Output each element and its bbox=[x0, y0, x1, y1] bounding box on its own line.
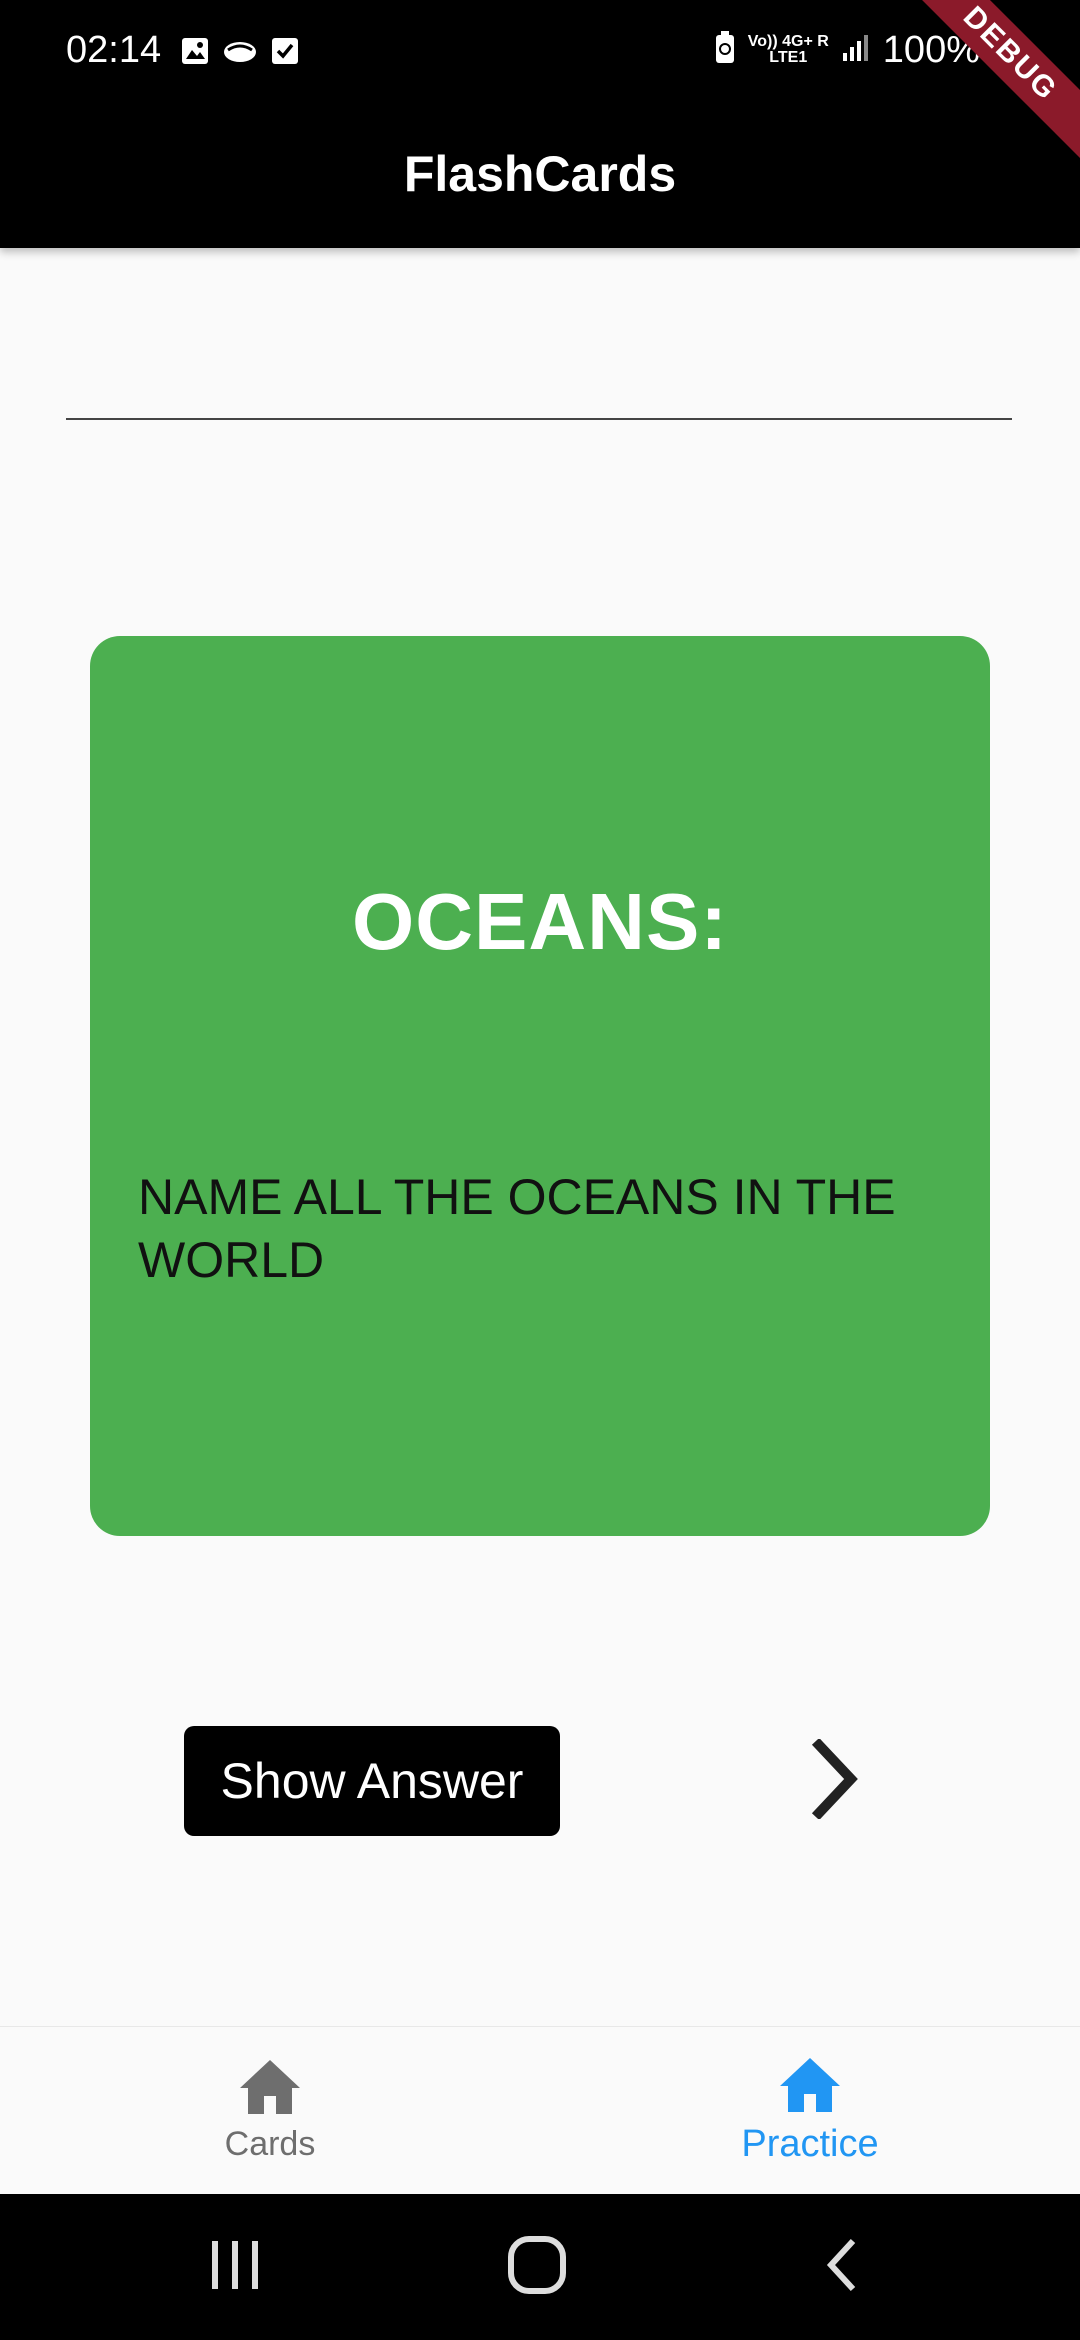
nav-label-practice: Practice bbox=[741, 2123, 879, 2165]
battery-saver-icon bbox=[714, 30, 736, 70]
system-navigation-bar bbox=[0, 2194, 1080, 2340]
home-button[interactable] bbox=[502, 2234, 572, 2300]
network-indicator: Vo)) 4G+ R LTE1 bbox=[747, 33, 829, 66]
show-answer-button[interactable]: Show Answer bbox=[184, 1726, 560, 1836]
nav-label-cards: Cards bbox=[224, 2125, 316, 2163]
checkbox-icon bbox=[270, 36, 300, 71]
home-circle-icon bbox=[507, 2235, 567, 2300]
recents-button[interactable] bbox=[200, 2234, 270, 2300]
bottom-navigation: Cards Practice bbox=[0, 2026, 1080, 2194]
card-title: OCEANS: bbox=[352, 877, 728, 966]
screen: 02:14 Vo)) 4G+ R LTE1 100% FlashCards DE… bbox=[0, 0, 1080, 2340]
signal-icon bbox=[841, 33, 871, 68]
status-time: 02:14 bbox=[66, 29, 162, 71]
card-question: NAME ALL THE OCEANS IN THE WORLD bbox=[138, 1169, 896, 1288]
home-icon bbox=[778, 2056, 842, 2119]
nav-item-cards[interactable]: Cards bbox=[0, 2027, 540, 2195]
next-card-button[interactable] bbox=[780, 1726, 890, 1836]
nav-item-practice[interactable]: Practice bbox=[540, 2027, 1080, 2195]
home-icon bbox=[238, 2058, 302, 2121]
app-bar: FlashCards bbox=[0, 100, 1080, 248]
back-icon bbox=[821, 2235, 861, 2300]
app-title: FlashCards bbox=[403, 146, 677, 202]
gallery-icon bbox=[180, 36, 210, 71]
recents-icon bbox=[208, 2239, 262, 2296]
notification-icons bbox=[180, 36, 300, 71]
text-input-underline[interactable] bbox=[66, 418, 1012, 420]
status-bar: 02:14 Vo)) 4G+ R LTE1 100% bbox=[0, 0, 1080, 100]
back-button[interactable] bbox=[806, 2234, 876, 2300]
chevron-right-icon bbox=[805, 1737, 865, 1824]
flash-card[interactable]: OCEANS: NAME ALL THE OCEANS IN THE WORLD bbox=[90, 636, 990, 1536]
cloud-icon bbox=[222, 36, 258, 71]
